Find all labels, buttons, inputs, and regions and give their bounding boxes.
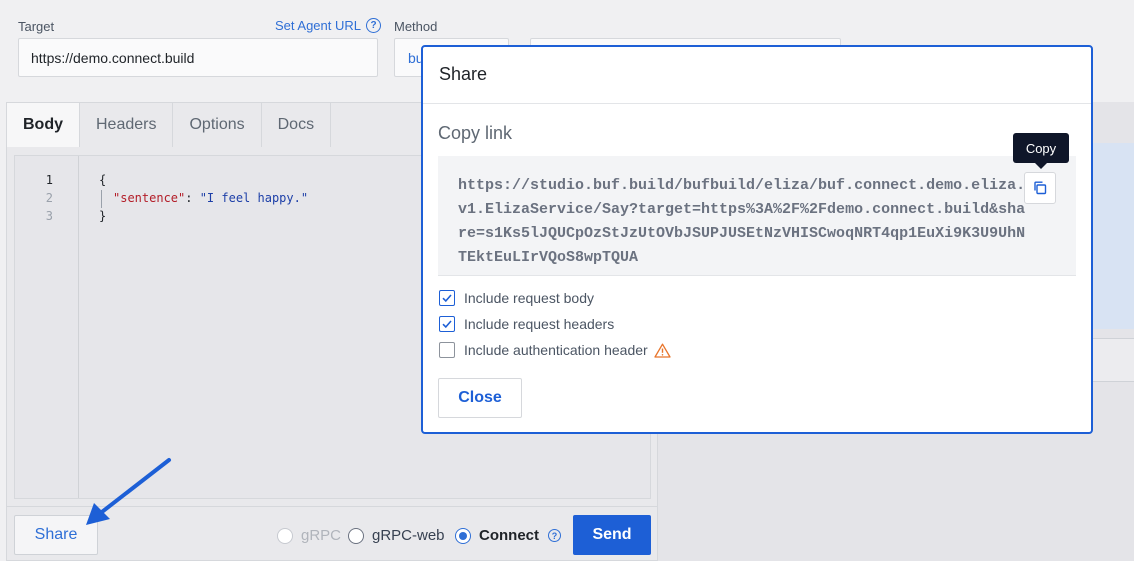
response-divider	[1092, 338, 1134, 382]
option-include-auth[interactable]: Include authentication header	[439, 342, 671, 358]
indent-guide	[101, 190, 102, 208]
share-url-box[interactable]: https://studio.buf.build/bufbuild/eliza/…	[438, 156, 1076, 276]
radio-connect[interactable]	[455, 527, 471, 544]
method-label: Method	[394, 19, 438, 34]
send-button[interactable]: Send	[573, 515, 651, 555]
tab-docs[interactable]: Docs	[262, 103, 332, 147]
set-agent-url-label: Set Agent URL	[275, 18, 361, 33]
checkbox-include-body[interactable]	[439, 290, 455, 306]
help-icon: ?	[366, 18, 381, 33]
copy-link-heading: Copy link	[438, 123, 513, 143]
option-include-body[interactable]: Include request body	[439, 290, 594, 306]
checkbox-include-headers[interactable]	[439, 316, 455, 332]
line-number: 2	[45, 191, 53, 205]
option-label: Include request body	[464, 290, 594, 306]
json-colon: :	[185, 191, 200, 205]
close-button[interactable]: Close	[438, 378, 522, 418]
option-label: Include request headers	[464, 316, 615, 332]
share-dialog: Share Copy link https://studio.buf.build…	[421, 45, 1093, 434]
tab-options[interactable]: Options	[173, 103, 262, 147]
json-key: "sentence"	[113, 191, 186, 205]
set-agent-url-link[interactable]: Set Agent URL ?	[275, 18, 381, 33]
code-line-3: }	[99, 209, 107, 223]
protocol-connect-label: Connect	[479, 527, 539, 544]
line-number: 3	[45, 209, 53, 223]
checkbox-check-icon	[442, 320, 452, 329]
checkbox-include-auth[interactable]	[439, 342, 455, 358]
annotation-arrow-icon	[86, 458, 171, 525]
copy-icon	[1034, 181, 1047, 195]
protocol-connect[interactable]: Connect	[455, 527, 539, 544]
protocol-grpc-web-label: gRPC-web	[372, 527, 445, 544]
response-highlight	[1092, 143, 1134, 329]
protocol-grpc-web[interactable]: gRPC-web	[348, 527, 445, 544]
option-include-headers[interactable]: Include request headers	[439, 316, 614, 332]
warning-icon	[654, 343, 671, 358]
target-label: Target	[18, 19, 55, 34]
option-label: Include authentication header	[464, 342, 648, 358]
dialog-title: Share	[439, 64, 488, 84]
copy-button[interactable]	[1024, 172, 1056, 204]
share-url-text[interactable]: https://studio.buf.build/bufbuild/eliza/…	[458, 174, 1028, 270]
code-line-2: "sentence": "I feel happy."	[113, 191, 308, 205]
line-number: 1	[45, 173, 53, 187]
json-value: "I feel happy."	[199, 191, 309, 205]
tab-headers[interactable]: Headers	[80, 103, 174, 147]
target-url-field[interactable]	[18, 38, 378, 77]
radio-grpc-web[interactable]	[348, 527, 364, 544]
tab-body[interactable]: Body	[7, 103, 80, 147]
protocol-help-icon[interactable]: ?	[548, 529, 561, 542]
target-url-input[interactable]	[19, 39, 377, 76]
radio-grpc[interactable]	[277, 527, 293, 544]
protocol-grpc-label: gRPC	[301, 527, 342, 544]
editor-gutter: 1 2 3	[15, 156, 79, 498]
protocol-grpc[interactable]: gRPC	[277, 527, 341, 544]
checkbox-check-icon	[442, 294, 452, 303]
copy-tooltip: Copy	[1013, 133, 1069, 169]
request-tabs: Body Headers Options Docs	[7, 103, 332, 147]
dialog-divider	[423, 103, 1091, 104]
code-line-1: {	[99, 173, 107, 187]
